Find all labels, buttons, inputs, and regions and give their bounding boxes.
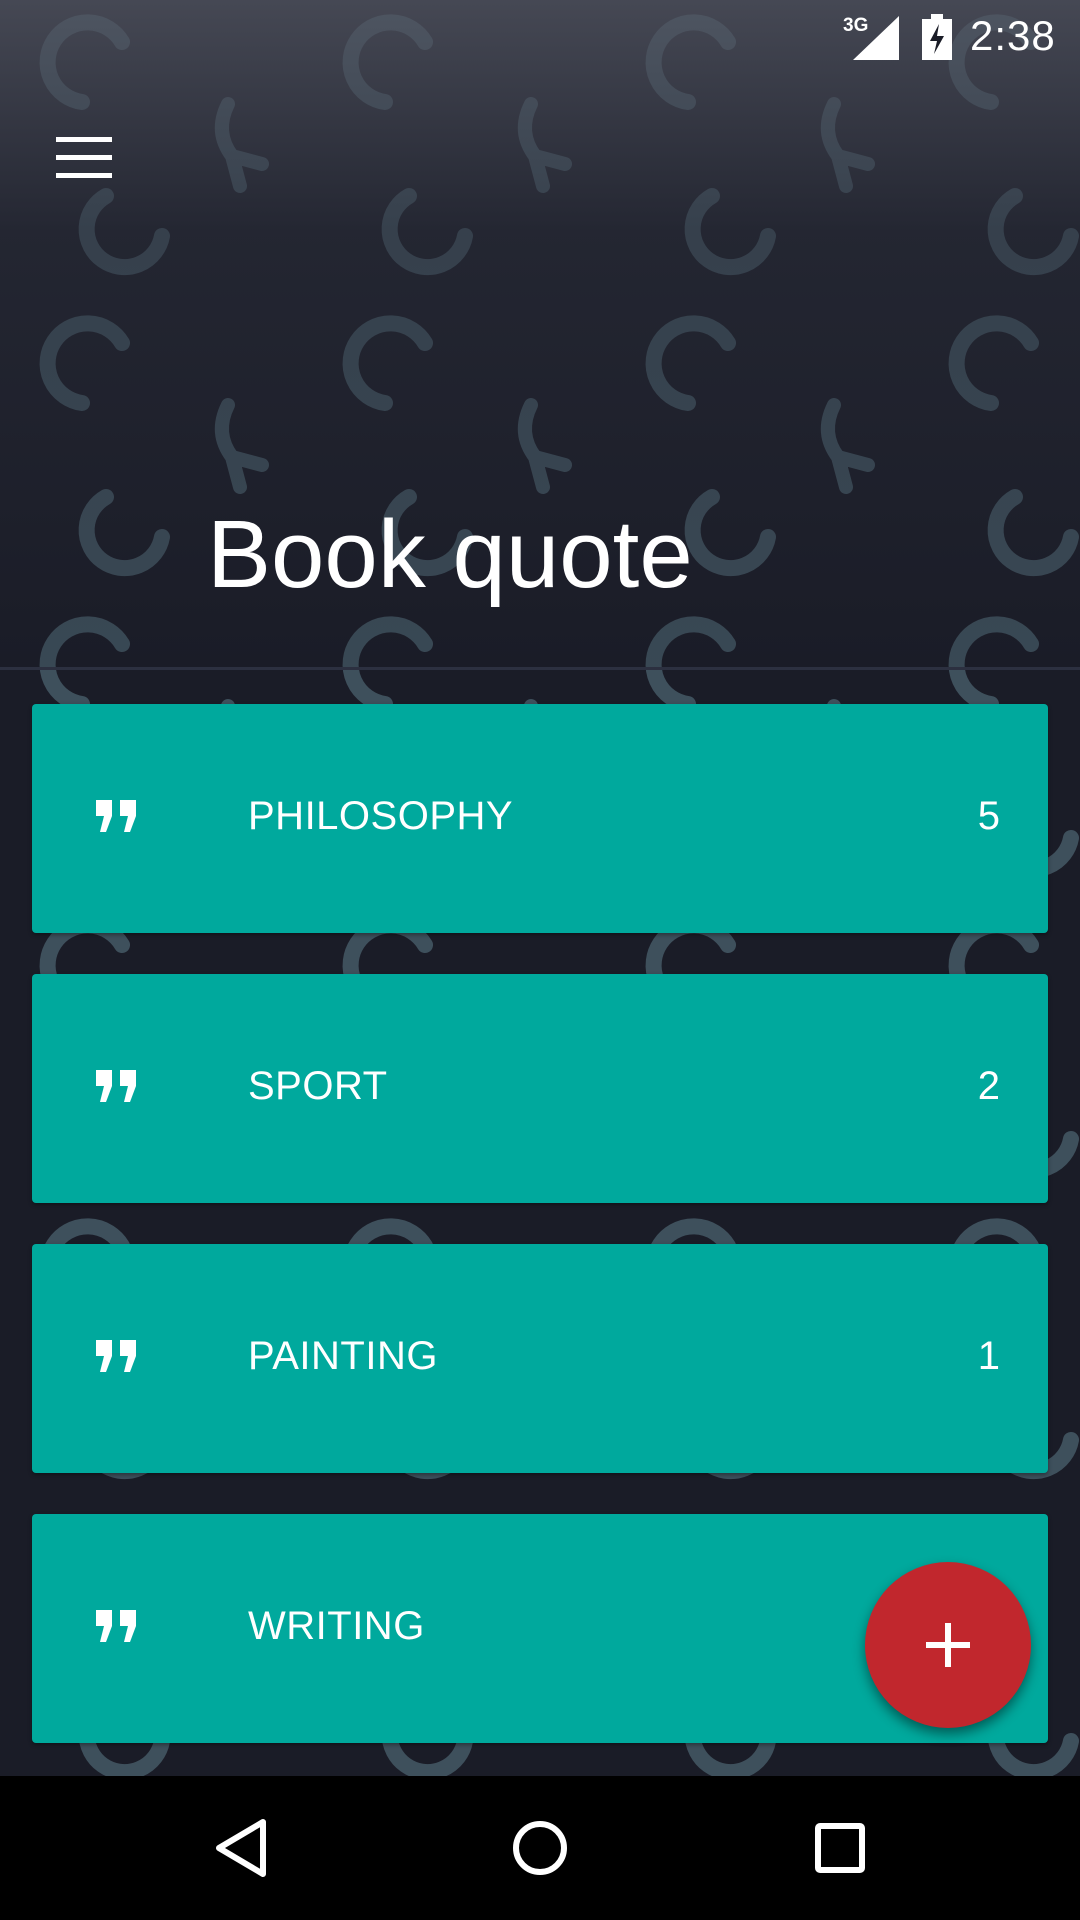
add-quote-button[interactable] <box>865 1562 1031 1728</box>
page-title: Book quote <box>207 501 693 608</box>
clock: 2:38 <box>970 12 1056 59</box>
recents-button[interactable] <box>790 1798 890 1898</box>
category-count: 1 <box>977 1334 1000 1378</box>
category-label: SPORT <box>248 1064 388 1108</box>
quote-icon <box>96 1340 136 1372</box>
battery-charging-icon <box>922 14 952 60</box>
category-card-painting[interactable]: PAINTING 1 <box>32 1244 1048 1473</box>
quote-icon <box>96 800 136 832</box>
signal-icon <box>853 16 899 60</box>
navigation-bar <box>0 1776 1080 1920</box>
category-card-philosophy[interactable]: PHILOSOPHY 5 <box>32 704 1048 933</box>
category-label: PHILOSOPHY <box>248 794 514 838</box>
back-button[interactable] <box>191 1798 291 1898</box>
category-card-sport[interactable]: SPORT 2 <box>32 974 1048 1203</box>
category-label: WRITING <box>248 1604 425 1648</box>
menu-button[interactable] <box>40 125 130 189</box>
category-count: 2 <box>977 1064 1000 1108</box>
status-bar: 3G 2:38 <box>0 0 1080 75</box>
plus-icon <box>926 1623 970 1667</box>
category-count: 5 <box>977 794 1000 838</box>
quote-icon <box>96 1610 136 1642</box>
quote-icon <box>96 1070 136 1102</box>
recents-icon <box>815 1823 865 1873</box>
home-icon <box>513 1821 567 1875</box>
category-label: PAINTING <box>248 1334 438 1378</box>
header-divider <box>0 667 1080 670</box>
back-icon <box>216 1819 266 1877</box>
home-button[interactable] <box>490 1798 590 1898</box>
